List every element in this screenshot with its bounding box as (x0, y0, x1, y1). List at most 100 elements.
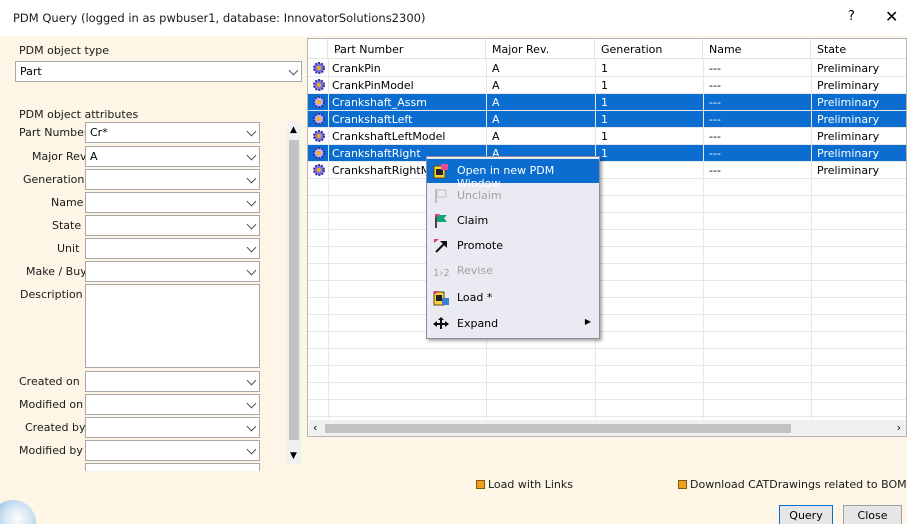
grid-line (308, 246, 906, 247)
major-rev-field[interactable]: A (85, 146, 260, 167)
name-label: Name (51, 196, 84, 209)
scrollbar-thumb[interactable] (289, 140, 299, 440)
table-row[interactable]: CrankPinModel A 1 --- Preliminary (308, 77, 906, 94)
menu-item-revise[interactable]: 1›2 Revise (427, 259, 599, 283)
column-header-major-rev[interactable]: Major Rev. (486, 39, 595, 59)
menu-item-label: Promote (457, 239, 503, 252)
grid-line (308, 195, 906, 196)
unit-field[interactable] (85, 238, 260, 259)
generation-field[interactable] (85, 169, 260, 190)
table-row[interactable]: CrankshaftLeftModel A 1 --- Preliminary (308, 128, 906, 145)
table-cell-name: --- (709, 147, 721, 160)
table-cell-gen: 1 (601, 113, 608, 126)
part-gear-icon (313, 147, 325, 159)
part-number-label: Part Number (19, 126, 89, 139)
column-header-label: State (817, 43, 847, 56)
grid-line (308, 263, 906, 264)
created-by-field[interactable] (85, 417, 260, 438)
load-with-links-checkbox[interactable] (476, 480, 485, 489)
grid-line (308, 144, 906, 145)
chevron-down-icon (246, 444, 257, 455)
menu-item-promote[interactable]: Promote (427, 234, 599, 258)
table-cell-state: Preliminary (817, 96, 880, 109)
scroll-right-icon[interactable]: › (897, 421, 901, 434)
chevron-down-icon (288, 65, 299, 76)
column-header-part-number[interactable]: Part Number ︿ (328, 39, 486, 59)
clipped-field[interactable] (85, 463, 260, 471)
major-rev-label: Major Rev. (32, 150, 90, 163)
results-grid: Part Number ︿ Major Rev. Generation Name… (307, 38, 907, 437)
table-cell-name: --- (709, 62, 721, 75)
grid-line (308, 399, 906, 400)
menu-item-open-new-window[interactable]: Open in new PDM Window (427, 159, 599, 190)
column-header-generation[interactable]: Generation (595, 39, 703, 59)
menu-item-label: Unclaim (457, 189, 502, 202)
make-buy-field[interactable] (85, 261, 260, 282)
column-header-state[interactable]: State (811, 39, 906, 59)
chevron-down-icon (246, 375, 257, 386)
table-cell-part: CrankPinModel (332, 79, 414, 92)
column-header-name[interactable]: Name (703, 39, 811, 59)
horizontal-scrollbar[interactable]: ‹ › (309, 420, 906, 436)
table-cell-state: Preliminary (817, 164, 880, 177)
app-logo-icon (0, 500, 36, 524)
attributes-label: PDM object attributes (19, 108, 139, 121)
unclaim-flag-icon (435, 189, 447, 203)
menu-item-load[interactable]: Load * (427, 286, 599, 310)
object-type-label: PDM object type (19, 44, 110, 57)
scroll-left-icon[interactable]: ‹ (313, 421, 317, 434)
part-gear-icon (313, 130, 325, 142)
svg-text:1›2: 1›2 (433, 268, 449, 279)
state-field[interactable] (85, 215, 260, 236)
part-number-field[interactable]: Cr* (85, 122, 260, 143)
table-cell-name: --- (709, 130, 721, 143)
created-on-field[interactable] (85, 371, 260, 392)
table-cell-part: CrankPin (332, 62, 381, 75)
menu-item-unclaim[interactable]: Unclaim (427, 184, 599, 208)
close-window-button[interactable]: ✕ (885, 7, 898, 26)
modified-by-field[interactable] (85, 440, 260, 461)
menu-item-label: Expand (457, 317, 499, 330)
load-icon (433, 291, 449, 306)
table-cell-state: Preliminary (817, 62, 880, 75)
table-row[interactable]: CrankPin A 1 --- Preliminary (308, 60, 906, 77)
menu-item-expand[interactable]: Expand ▶ (427, 312, 599, 336)
menu-item-claim[interactable]: Claim (427, 209, 599, 233)
download-catdrawings-label: Download CATDrawings related to BOM Part (690, 478, 907, 491)
object-type-dropdown[interactable]: Part (15, 61, 302, 82)
major-rev-value: A (90, 150, 98, 163)
table-cell-gen: 1 (601, 96, 608, 109)
table-cell-part: CrankshaftLeft (332, 113, 413, 126)
table-cell-rev: A (492, 113, 500, 126)
name-field[interactable] (85, 192, 260, 213)
close-button[interactable]: Close (843, 505, 902, 524)
part-gear-icon (313, 62, 325, 74)
table-cell-state: Preliminary (817, 79, 880, 92)
scrollbar-thumb[interactable] (325, 424, 791, 433)
table-row[interactable]: Crankshaft_Assm A 1 --- Preliminary (308, 94, 906, 111)
chevron-down-icon (246, 150, 257, 161)
table-cell-rev: A (492, 130, 500, 143)
chevron-down-icon (246, 126, 257, 137)
table-row[interactable]: CrankshaftRightMod --- Preliminary (308, 162, 906, 179)
revise-icon: 1›2 (433, 268, 449, 279)
grid-line (308, 76, 906, 77)
scroll-up-icon[interactable]: ▲ (290, 125, 297, 135)
modified-on-field[interactable] (85, 394, 260, 415)
table-cell-state: Preliminary (817, 147, 880, 160)
grid-line (308, 127, 906, 128)
download-catdrawings-checkbox[interactable] (678, 480, 687, 489)
query-button[interactable]: Query (779, 505, 833, 524)
description-field[interactable] (85, 284, 260, 368)
object-type-value: Part (20, 65, 42, 78)
table-row[interactable]: CrankshaftLeft A 1 --- Preliminary (308, 111, 906, 128)
grid-column-line (703, 59, 704, 419)
grid-line (308, 382, 906, 383)
grid-line (308, 280, 906, 281)
chevron-down-icon (246, 242, 257, 253)
chevron-down-icon (246, 173, 257, 184)
table-row[interactable]: CrankshaftRight A 1 --- Preliminary (308, 145, 906, 162)
attributes-scrollbar[interactable]: ▲ ▼ (287, 122, 301, 464)
help-button[interactable]: ? (848, 9, 855, 24)
scroll-down-icon[interactable]: ▼ (290, 451, 297, 461)
